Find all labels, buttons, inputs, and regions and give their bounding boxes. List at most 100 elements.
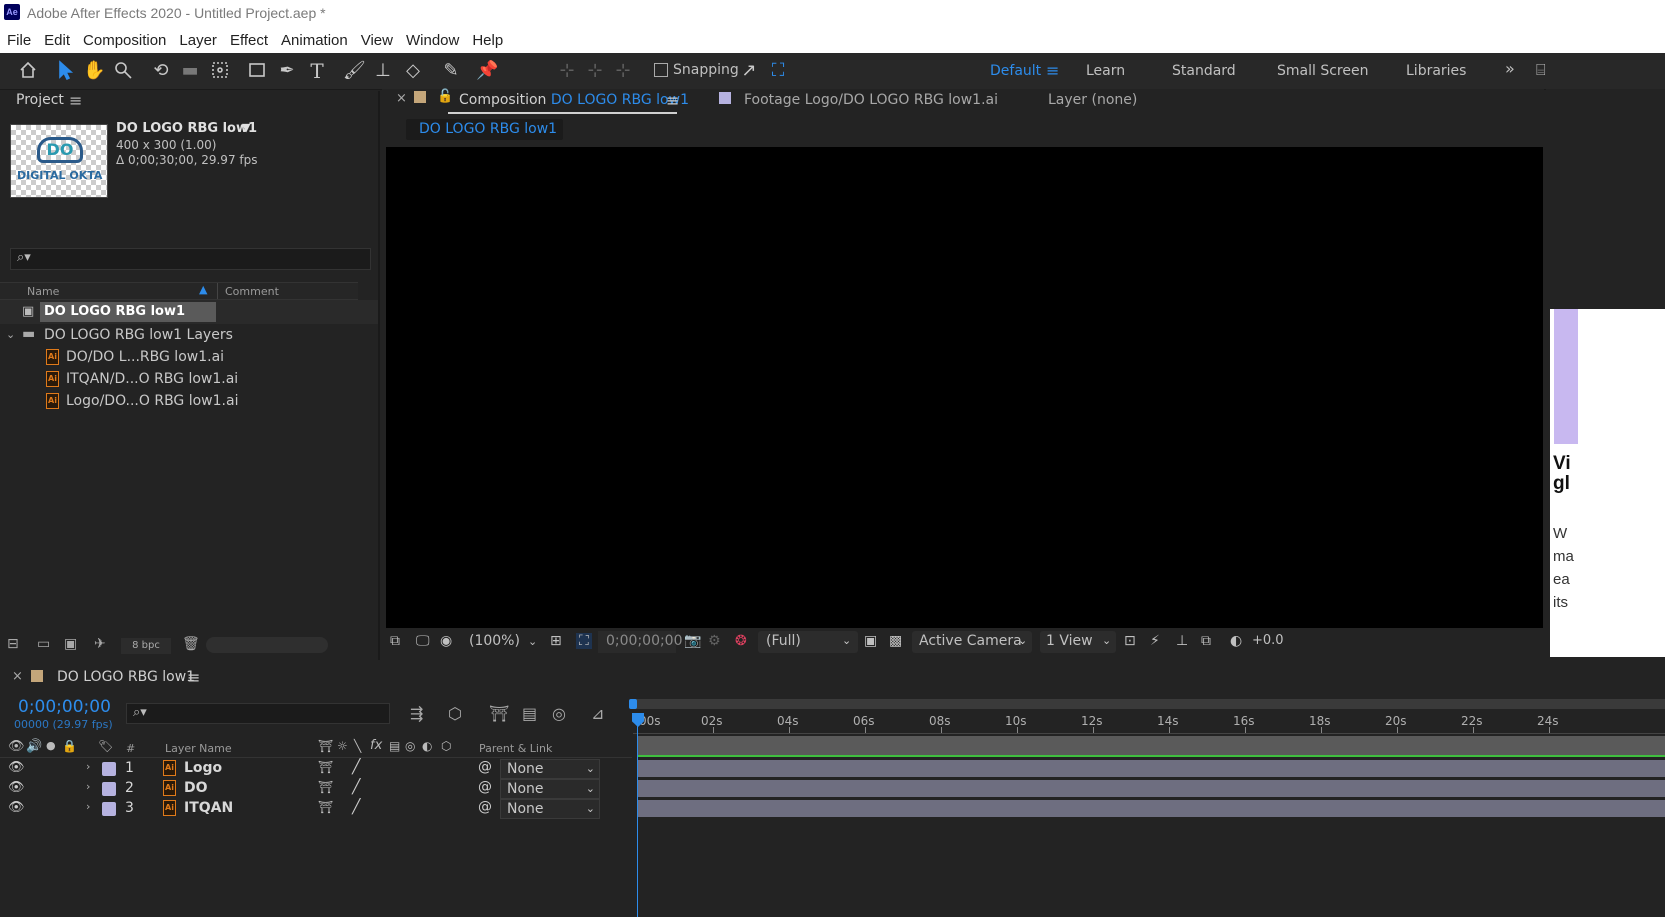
column-parent[interactable]: Parent & Link	[479, 742, 552, 755]
safe-zones-icon[interactable]: ⊞	[550, 633, 562, 649]
quality-switch-icon[interactable]: ╱	[352, 799, 360, 815]
project-item-dropdown-icon[interactable]: ▼	[242, 121, 250, 134]
comp-subtab[interactable]: DO LOGO RBG low1	[406, 119, 563, 140]
menu-effect[interactable]: Effect	[230, 28, 268, 53]
interpret-footage-icon[interactable]: ⊟	[7, 636, 19, 652]
timeline-search-input[interactable]: ⌕▾	[126, 703, 390, 724]
new-composition-icon[interactable]: ▣	[64, 636, 77, 652]
column-comment[interactable]: Comment	[225, 285, 279, 298]
camera-tool-icon[interactable]: ▬	[179, 60, 201, 82]
rotate-tool-icon[interactable]: ⟲	[150, 60, 172, 82]
monitor-icon[interactable]: 🖵	[416, 633, 430, 649]
hand-tool-icon[interactable]: ✋	[83, 60, 105, 82]
layer-bar[interactable]	[637, 780, 1665, 797]
project-row-comp[interactable]: ▣ DO LOGO RBG low1	[0, 300, 378, 324]
shy-layers-icon[interactable]: ⛩	[489, 704, 509, 723]
pickwhip-icon[interactable]: @	[478, 759, 492, 775]
home-icon[interactable]	[17, 60, 39, 82]
new-folder-icon[interactable]: ▭	[37, 636, 50, 652]
axis-local-icon[interactable]: ⊹	[556, 60, 578, 82]
flowchart-icon[interactable]: ⧉	[1201, 633, 1211, 649]
axis-view-icon[interactable]: ⊹	[612, 60, 634, 82]
menu-edit[interactable]: Edit	[44, 28, 70, 53]
pen-tool-icon[interactable]: ✒	[276, 60, 298, 82]
workspace-standard[interactable]: Standard	[1172, 63, 1236, 79]
axis-world-icon[interactable]: ⊹	[584, 60, 606, 82]
puppet-pin-tool-icon[interactable]: 📌	[476, 60, 498, 82]
exposure-value[interactable]: +0.0	[1252, 633, 1284, 648]
viewer-timecode[interactable]: 0;00;00;00	[606, 633, 683, 649]
motion-blur-icon[interactable]: ◎	[552, 704, 566, 723]
project-row-folder[interactable]: ⌄ ▬ DO LOGO RBG low1 Layers	[0, 323, 378, 347]
pickwhip-icon[interactable]: @	[478, 779, 492, 795]
type-tool-icon[interactable]: T	[306, 60, 328, 82]
draft-3d-icon[interactable]: ⬡	[448, 704, 462, 723]
menu-file[interactable]: File	[7, 28, 31, 53]
trash-icon[interactable]: 🗑	[182, 636, 200, 652]
resolution-dropdown[interactable]: (Full) ⌄	[758, 631, 858, 653]
audio-icon[interactable]: 🔊	[26, 739, 42, 754]
rectangle-tool-icon[interactable]	[246, 60, 268, 82]
parent-dropdown[interactable]: None ⌄	[500, 759, 600, 779]
fast-previews-icon[interactable]: ⚡	[1150, 633, 1160, 649]
shy-switch-icon[interactable]: ⛩	[318, 800, 333, 814]
snap-features-icon[interactable]: ⛶	[767, 60, 789, 82]
region-of-interest-icon[interactable]: ▣	[864, 633, 877, 649]
project-search-input[interactable]: ⌕▾	[10, 248, 371, 270]
layer-name[interactable]: ITQAN	[184, 800, 233, 816]
lock-icon[interactable]: 🔒	[62, 739, 77, 753]
timeline-menu-icon[interactable]: ≡	[187, 668, 200, 687]
parent-dropdown[interactable]: None ⌄	[500, 799, 600, 819]
transparency-grid-icon[interactable]: ⛶	[576, 633, 592, 649]
brush-tool-icon[interactable]: 🖌	[343, 60, 366, 82]
visibility-eye-icon[interactable]: 👁	[8, 800, 25, 815]
work-area-bar[interactable]	[633, 699, 1665, 709]
layer-name[interactable]: DO	[184, 780, 208, 796]
camera-dropdown[interactable]: Active Camera ⌄	[912, 631, 1032, 653]
timeline-timecode[interactable]: 0;00;00;00	[18, 697, 111, 717]
visibility-eye-icon[interactable]: 👁	[8, 760, 25, 775]
chevron-right-icon[interactable]: ›	[86, 780, 90, 793]
timeline-icon[interactable]: ⊥	[1176, 633, 1188, 649]
project-row-ai[interactable]: Ai DO/DO L...RBG low1.ai	[0, 345, 378, 369]
chevron-down-icon[interactable]: ⌄	[6, 323, 15, 347]
timeline-tab[interactable]: DO LOGO RBG low1	[57, 669, 195, 685]
workspace-menu-icon[interactable]: ≡	[1046, 61, 1059, 80]
eraser-tool-icon[interactable]: ◇	[402, 60, 424, 82]
menu-help[interactable]: Help	[472, 28, 503, 53]
column-layer-name[interactable]: Layer Name	[165, 742, 232, 755]
menu-composition[interactable]: Composition	[83, 28, 166, 53]
zoom-tool-icon[interactable]	[112, 60, 134, 82]
layer-name[interactable]: Logo	[184, 760, 222, 776]
workspace-default[interactable]: Default	[990, 63, 1041, 79]
exposure-reset-icon[interactable]: ◐	[1230, 633, 1242, 649]
visibility-eye-icon[interactable]: 👁	[8, 739, 25, 754]
quality-switch-icon[interactable]: ╱	[352, 779, 360, 795]
snapshot-icon[interactable]: 📷	[684, 633, 701, 649]
tab-layer[interactable]: Layer (none)	[1048, 92, 1137, 108]
search-help-icon[interactable]: ⌸	[1536, 60, 1546, 80]
show-snapshot-icon[interactable]: ⚙	[708, 633, 721, 649]
workspace-small-screen[interactable]: Small Screen	[1277, 63, 1368, 79]
render-queue-icon[interactable]: ✈	[94, 636, 106, 652]
zoom-dropdown[interactable]: (100%)	[469, 633, 520, 649]
chevron-down-icon[interactable]: ⌄	[528, 635, 537, 648]
toggle-transparency-icon[interactable]: ▩	[889, 633, 902, 649]
comp-tab-menu-icon[interactable]: ≡	[666, 91, 679, 110]
layer-bar[interactable]	[637, 760, 1665, 777]
roto-brush-tool-icon[interactable]: ✎	[440, 60, 462, 82]
snap-edges-icon[interactable]: ↗	[738, 60, 760, 82]
layer-label-swatch[interactable]	[102, 802, 116, 816]
work-area-start-handle[interactable]	[629, 699, 637, 709]
parent-dropdown[interactable]: None ⌄	[500, 779, 600, 799]
quality-switch-icon[interactable]: ╱	[352, 759, 360, 775]
always-preview-icon[interactable]: ⧉	[390, 633, 400, 649]
toggle-pixel-aspect-icon[interactable]: ⊡	[1124, 633, 1136, 649]
visibility-eye-icon[interactable]: 👁	[8, 780, 25, 795]
vr-icon[interactable]: ◉	[440, 633, 452, 649]
shy-switch-icon[interactable]: ⛩	[318, 780, 333, 794]
views-dropdown[interactable]: 1 View ⌄	[1040, 631, 1116, 653]
snapping-toggle[interactable]: Snapping	[654, 62, 739, 78]
project-scrollbar[interactable]	[206, 637, 328, 653]
layer-bar[interactable]	[637, 800, 1665, 817]
